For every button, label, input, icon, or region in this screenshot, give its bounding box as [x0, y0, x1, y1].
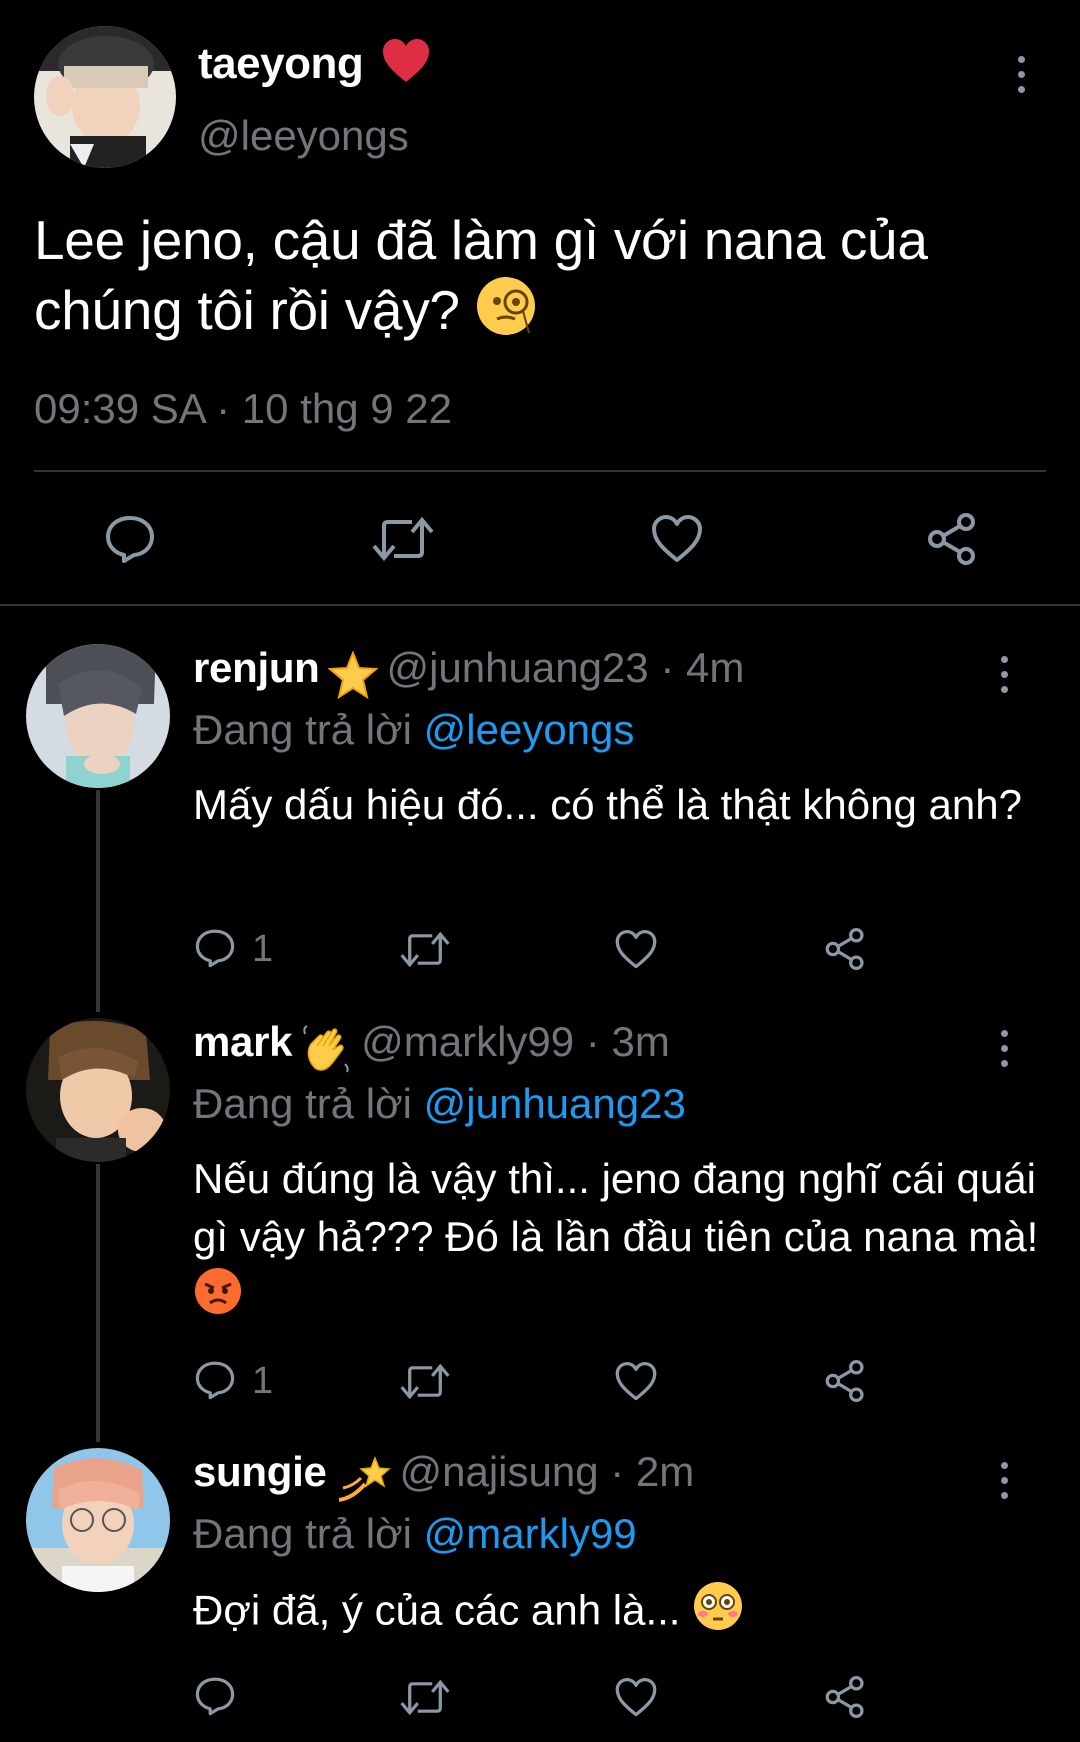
section-divider: [0, 604, 1080, 606]
replying-to: Đang trả lời @leeyongs: [193, 706, 635, 753]
more-options-icon[interactable]: [999, 656, 1009, 693]
avatar-sungie[interactable]: [26, 1448, 170, 1592]
reply-author-name[interactable]: mark: [193, 1018, 293, 1065]
main-tweet-text: Lee jeno, cậu đã làm gì với nana của chú…: [34, 205, 1044, 353]
flushed-face-emoji: [692, 1580, 744, 1647]
thread-connector: [96, 1164, 100, 1442]
reply-text: Mấy dấu hiệu đó... có thể là thật không …: [193, 781, 1022, 828]
replying-to: Đang trả lời @markly99: [193, 1510, 637, 1557]
more-options-icon[interactable]: [1016, 56, 1026, 93]
reply-author-name[interactable]: renjun: [193, 644, 320, 691]
waving-hand-emoji: [301, 1024, 353, 1079]
star-emoji: [327, 650, 379, 704]
retweet-icon[interactable]: [372, 516, 434, 562]
reply-meta[interactable]: @markly99 · 3m: [361, 1018, 670, 1065]
main-author-handle[interactable]: @leeyongs: [198, 112, 409, 160]
like-icon[interactable]: [614, 1677, 658, 1718]
main-author-name[interactable]: taeyong: [198, 38, 431, 95]
mention-link[interactable]: @markly99: [424, 1510, 637, 1557]
monocle-face-emoji: [475, 275, 537, 353]
reply-icon[interactable]: [104, 514, 156, 564]
avatar-renjun[interactable]: [26, 644, 170, 788]
reply-text: Đợi đã, ý của các anh là...: [193, 1580, 1053, 1647]
reply-meta[interactable]: @najisung · 2m: [399, 1448, 694, 1495]
retweet-icon[interactable]: [400, 931, 450, 968]
reply-text: Nếu đúng là vậy thì... jeno đang nghĩ cá…: [193, 1150, 1053, 1331]
share-icon[interactable]: [824, 1359, 866, 1403]
reply-count: 1: [252, 928, 274, 970]
reply-icon[interactable]: [194, 1360, 236, 1400]
divider: [34, 470, 1046, 472]
like-icon[interactable]: [614, 929, 658, 970]
replying-to: Đang trả lời @junhuang23: [193, 1080, 686, 1127]
share-icon[interactable]: [926, 512, 978, 566]
heart-emoji: [381, 38, 431, 95]
retweet-icon[interactable]: [400, 1679, 450, 1716]
mention-link[interactable]: @leeyongs: [424, 706, 635, 753]
mention-link[interactable]: @junhuang23: [424, 1080, 686, 1127]
share-icon[interactable]: [824, 1675, 866, 1719]
reply-header: sungie @najisung · 2m: [193, 1448, 694, 1509]
reply-meta[interactable]: @junhuang23 · 4m: [386, 644, 744, 691]
reply-count: 1: [252, 1360, 274, 1402]
reply-icon[interactable]: [194, 928, 236, 968]
retweet-icon[interactable]: [400, 1363, 450, 1400]
more-options-icon[interactable]: [999, 1030, 1009, 1067]
like-icon[interactable]: [650, 514, 704, 564]
tweet-timestamp[interactable]: 09:39 SA · 10 thg 9 22: [34, 385, 452, 433]
thread-connector: [96, 790, 100, 1012]
reply-icon[interactable]: [194, 1676, 236, 1716]
reply-header: renjun @junhuang23 · 4m: [193, 644, 744, 704]
reply-author-name[interactable]: sungie: [193, 1448, 327, 1495]
avatar-taeyong[interactable]: [34, 26, 176, 168]
like-icon[interactable]: [614, 1361, 658, 1402]
reply-header: mark @markly99 · 3m: [193, 1018, 670, 1079]
dizzy-emoji: [335, 1454, 391, 1509]
avatar-mark[interactable]: [26, 1018, 170, 1162]
angry-face-emoji: [193, 1266, 243, 1331]
more-options-icon[interactable]: [999, 1462, 1009, 1499]
share-icon[interactable]: [824, 927, 866, 971]
